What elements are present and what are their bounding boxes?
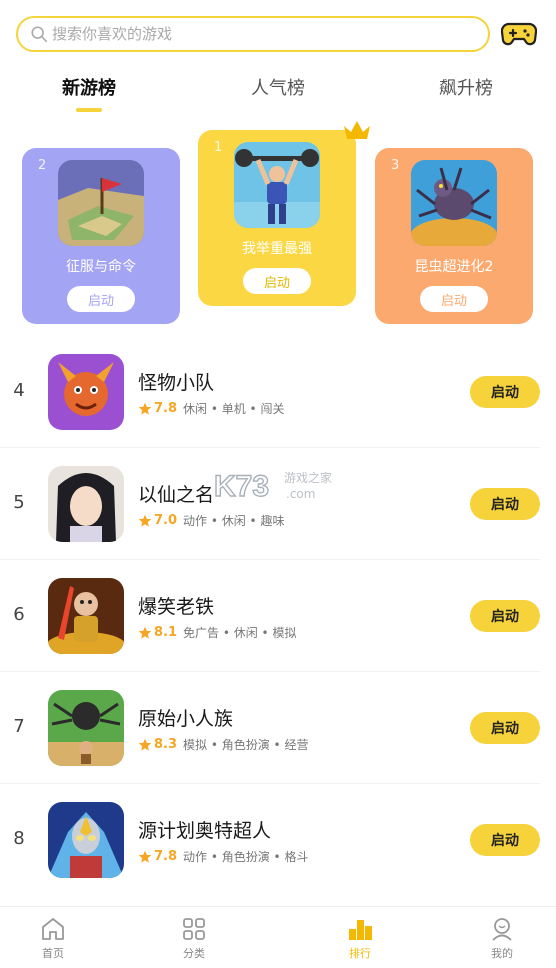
star-icon <box>138 626 152 639</box>
launch-button[interactable]: 启动 <box>470 600 540 632</box>
ranking-icon <box>349 920 372 940</box>
podium-rank: 1 <box>214 140 223 155</box>
game-tags: 休闲 • 单机 • 闯关 <box>183 402 285 416</box>
game-meta: 8.1 免广告 • 休闲 • 模拟 <box>138 624 296 641</box>
watermark-text1: 游戏之家 <box>284 470 332 485</box>
game-meta: 7.0 动作 • 休闲 • 趣味 <box>138 512 284 529</box>
list-item[interactable]: 4 怪物小队 7.8 休闲 • 单机 • 闯关 启动 <box>0 336 556 448</box>
podium-launch-button[interactable]: 启动 <box>243 268 311 294</box>
game-name: 源计划奥特超人 <box>138 820 272 842</box>
rank-number: 7 <box>13 716 25 737</box>
game-score: 8.3 <box>154 737 178 752</box>
game-tags: 免广告 • 休闲 • 模拟 <box>183 626 297 640</box>
list-item[interactable]: 7 原始小人族 8.3 模拟 • 角色扮演 • 经营 启动 <box>0 672 556 784</box>
gamepad-icon[interactable] <box>500 16 538 52</box>
game-icon-funny-guy <box>48 578 124 654</box>
star-icon <box>138 402 152 415</box>
podium-game-name: 昆虫超进化2 <box>414 259 494 275</box>
star-icon <box>138 514 152 527</box>
game-score: 8.1 <box>154 625 178 640</box>
podium-game-name: 我举重最强 <box>242 241 312 257</box>
game-tags: 动作 • 休闲 • 趣味 <box>183 514 285 528</box>
tab-popular[interactable]: 人气榜 <box>223 74 333 100</box>
podium-rank: 3 <box>391 158 400 173</box>
game-tags: 模拟 • 角色扮演 • 经营 <box>183 738 309 752</box>
user-icon <box>492 918 512 941</box>
list-item[interactable]: 8 源计划奥特超人 7.8 动作 • 角色扮演 • 格斗 启动 <box>0 784 556 896</box>
game-icon-primitive-tribe <box>48 690 124 766</box>
game-score: 7.0 <box>154 513 178 528</box>
game-name: 原始小人族 <box>138 708 234 730</box>
launch-button[interactable]: 启动 <box>470 376 540 408</box>
rank-number: 8 <box>13 828 25 849</box>
game-icon-immortal <box>48 466 124 542</box>
nav-mine[interactable]: 我的 <box>462 915 542 961</box>
ranking-tabs: 新游榜 人气榜 飙升榜 <box>0 74 556 114</box>
tab-new-games[interactable]: 新游榜 <box>34 74 144 100</box>
watermark-logo: K73 游戏之家 .com <box>212 462 352 508</box>
rank-number: 6 <box>13 604 25 625</box>
game-name: 以仙之名 <box>138 484 215 506</box>
launch-button[interactable]: 启动 <box>470 712 540 744</box>
game-icon-weightlift <box>234 142 320 228</box>
launch-button[interactable]: 启动 <box>470 488 540 520</box>
podium-launch-button[interactable]: 启动 <box>420 286 488 312</box>
tab-active-indicator <box>76 108 102 112</box>
game-score: 7.8 <box>154 849 178 864</box>
nav-mine-label: 我的 <box>491 947 513 960</box>
search-bar[interactable] <box>16 16 490 52</box>
home-icon <box>42 918 64 940</box>
list-item[interactable]: 6 爆笑老铁 8.1 免广告 • 休闲 • 模拟 启动 <box>0 560 556 672</box>
nav-ranking[interactable]: 排行 <box>320 915 400 961</box>
podium-card-1[interactable]: 1 我举重最强 启动 <box>198 130 356 306</box>
star-icon <box>138 738 152 751</box>
game-score: 7.8 <box>154 401 178 416</box>
nav-category-label: 分类 <box>183 947 205 960</box>
game-tags: 动作 • 角色扮演 • 格斗 <box>183 850 309 864</box>
game-meta: 8.3 模拟 • 角色扮演 • 经营 <box>138 736 308 753</box>
star-icon <box>138 850 152 863</box>
podium-game-name: 征服与命令 <box>66 259 136 275</box>
game-icon-monster-squad <box>48 354 124 430</box>
nav-category[interactable]: 分类 <box>154 915 234 961</box>
crown-icon <box>344 121 370 139</box>
podium-rank: 2 <box>38 158 47 173</box>
game-icon-conquer <box>58 160 144 246</box>
watermark-text2: .com <box>286 487 315 501</box>
rank-number: 4 <box>13 380 25 401</box>
podium-card-3[interactable]: 3 昆虫超进化2 启动 <box>375 148 533 324</box>
game-name: 怪物小队 <box>138 372 215 394</box>
podium-card-2[interactable]: 2 征服与命令 启动 <box>22 148 180 324</box>
tab-rising[interactable]: 飙升榜 <box>411 74 521 100</box>
search-icon <box>31 26 48 43</box>
game-icon-ultraman <box>48 802 124 878</box>
nav-home-label: 首页 <box>42 947 64 960</box>
nav-home[interactable]: 首页 <box>13 915 93 961</box>
game-meta: 7.8 休闲 • 单机 • 闯关 <box>138 400 284 417</box>
nav-ranking-label: 排行 <box>349 947 371 960</box>
game-name: 爆笑老铁 <box>138 596 215 618</box>
game-icon-insect <box>411 160 497 246</box>
search-input[interactable] <box>52 25 452 43</box>
watermark-brand: K73 <box>214 470 269 503</box>
grid-icon <box>183 918 205 940</box>
game-meta: 7.8 动作 • 角色扮演 • 格斗 <box>138 848 308 865</box>
rank-number: 5 <box>13 492 25 513</box>
launch-button[interactable]: 启动 <box>470 824 540 856</box>
bottom-nav: 首页 分类 排行 我的 <box>0 906 556 968</box>
podium-launch-button[interactable]: 启动 <box>67 286 135 312</box>
